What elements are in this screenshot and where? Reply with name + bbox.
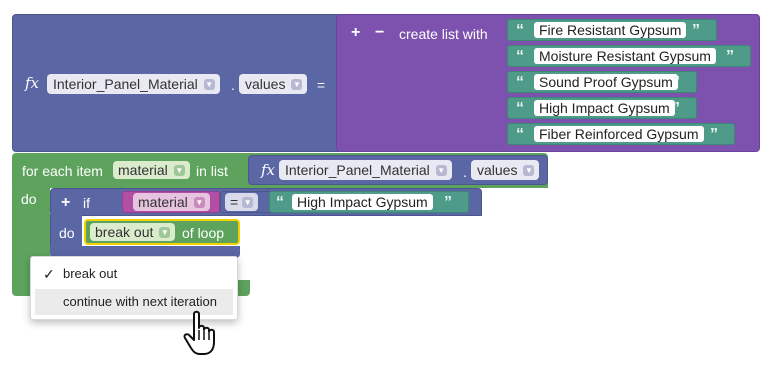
quote-open-icon: “ (516, 48, 524, 65)
string-block[interactable]: “ Moisture Resistant Gypsum ” (507, 45, 751, 67)
property-name: values (477, 162, 518, 178)
chevron-down-icon: ▼ (159, 227, 171, 238)
property-dropdown[interactable]: values ▼ (471, 160, 540, 180)
of-loop-label: of loop (182, 225, 225, 241)
menu-option-break-out[interactable]: ✓ break out (35, 261, 233, 287)
if-do-label: do (59, 225, 75, 241)
string-block[interactable]: “ High Impact Gypsum” (507, 97, 697, 119)
quote-close-icon: ” (692, 22, 700, 39)
string-block[interactable]: “ Sound Proof Gypsum” (507, 71, 697, 93)
quote-close-icon: ” (726, 48, 734, 65)
string-value-field[interactable]: Moisture Resistant Gypsum (534, 48, 716, 64)
compare-block[interactable]: = ▼ “ High Impact Gypsum ” (220, 191, 469, 213)
component-name: Interior_Panel_Material (285, 162, 430, 178)
menu-option-label: break out (63, 266, 118, 281)
quote-open-icon: “ (516, 74, 524, 91)
chevron-down-icon: ▼ (435, 165, 447, 176)
component-dropdown[interactable]: Interior_Panel_Material ▼ (47, 74, 220, 94)
if-mutator-button[interactable]: + (61, 195, 70, 211)
set-property-block[interactable]: fx Interior_Panel_Material ▼ . values ▼ … (12, 14, 342, 152)
string-value-field[interactable]: Sound Proof Gypsum (534, 74, 678, 90)
quote-close-icon: ” (444, 194, 452, 211)
string-block[interactable]: “ Fire Resistant Gypsum ” (507, 19, 717, 41)
checkmark-icon: ✓ (43, 266, 55, 282)
for-each-do-label: do (21, 191, 37, 207)
add-item-button[interactable]: + (351, 25, 360, 41)
break-mode-value: break out (95, 224, 154, 240)
create-list-label: create list with (399, 26, 488, 42)
chevron-down-icon: ▼ (291, 79, 303, 90)
chevron-down-icon: ▼ (242, 197, 254, 208)
quote-close-icon: ” (672, 100, 680, 117)
operator-dropdown[interactable]: = ▼ (225, 193, 259, 211)
string-block[interactable]: “ Fiber Reinforced Gypsum ” (507, 123, 735, 145)
variable-dropdown[interactable]: material ▼ (133, 193, 210, 211)
quote-close-icon: ” (710, 126, 718, 143)
get-variable-block[interactable]: material ▼ (122, 191, 220, 213)
chevron-down-icon: ▼ (523, 165, 535, 176)
component-name: Interior_Panel_Material (53, 76, 198, 92)
chevron-down-icon: ▼ (173, 165, 185, 176)
for-each-label: for each item (22, 163, 103, 179)
chevron-down-icon: ▼ (203, 79, 215, 90)
break-mode-dropdown[interactable]: break out ▼ (90, 223, 176, 241)
equals-sign: = (317, 77, 326, 93)
remove-item-button[interactable]: − (375, 25, 384, 41)
dot-separator: . (463, 164, 467, 180)
if-label: if (83, 195, 90, 211)
hand-pointer-icon (183, 310, 215, 355)
quote-open-icon: “ (516, 22, 524, 39)
quote-open-icon: “ (516, 126, 524, 143)
in-list-label: in list (196, 163, 228, 179)
fx-icon: fx (261, 161, 276, 179)
chevron-down-icon: ▼ (193, 197, 205, 208)
property-dropdown[interactable]: values ▼ (239, 74, 308, 94)
loop-variable-dropdown[interactable]: material ▼ (113, 161, 190, 179)
string-value-field[interactable]: Fire Resistant Gypsum (534, 22, 687, 38)
compare-value-field[interactable]: High Impact Gypsum (292, 194, 433, 210)
quote-open-icon: “ (276, 194, 284, 211)
operator-symbol: = (230, 194, 239, 210)
string-value-field[interactable]: Fiber Reinforced Gypsum (534, 126, 704, 142)
variable-name: material (138, 194, 188, 210)
break-loop-block[interactable]: break out ▼ of loop (84, 219, 240, 245)
menu-option-label: continue with next iteration (63, 294, 217, 309)
quote-open-icon: “ (516, 100, 524, 117)
property-name: values (245, 76, 286, 92)
dot-separator: . (231, 77, 235, 93)
string-value-field[interactable]: High Impact Gypsum (534, 100, 675, 116)
list-source-block[interactable]: fx Interior_Panel_Material ▼ . values ▼ (248, 155, 548, 185)
component-dropdown[interactable]: Interior_Panel_Material ▼ (279, 160, 452, 180)
fx-icon: fx (25, 74, 40, 92)
string-block-compare[interactable]: “ High Impact Gypsum ” (269, 191, 469, 213)
loop-variable-name: material (118, 162, 168, 178)
quote-close-icon: ” (672, 74, 680, 91)
